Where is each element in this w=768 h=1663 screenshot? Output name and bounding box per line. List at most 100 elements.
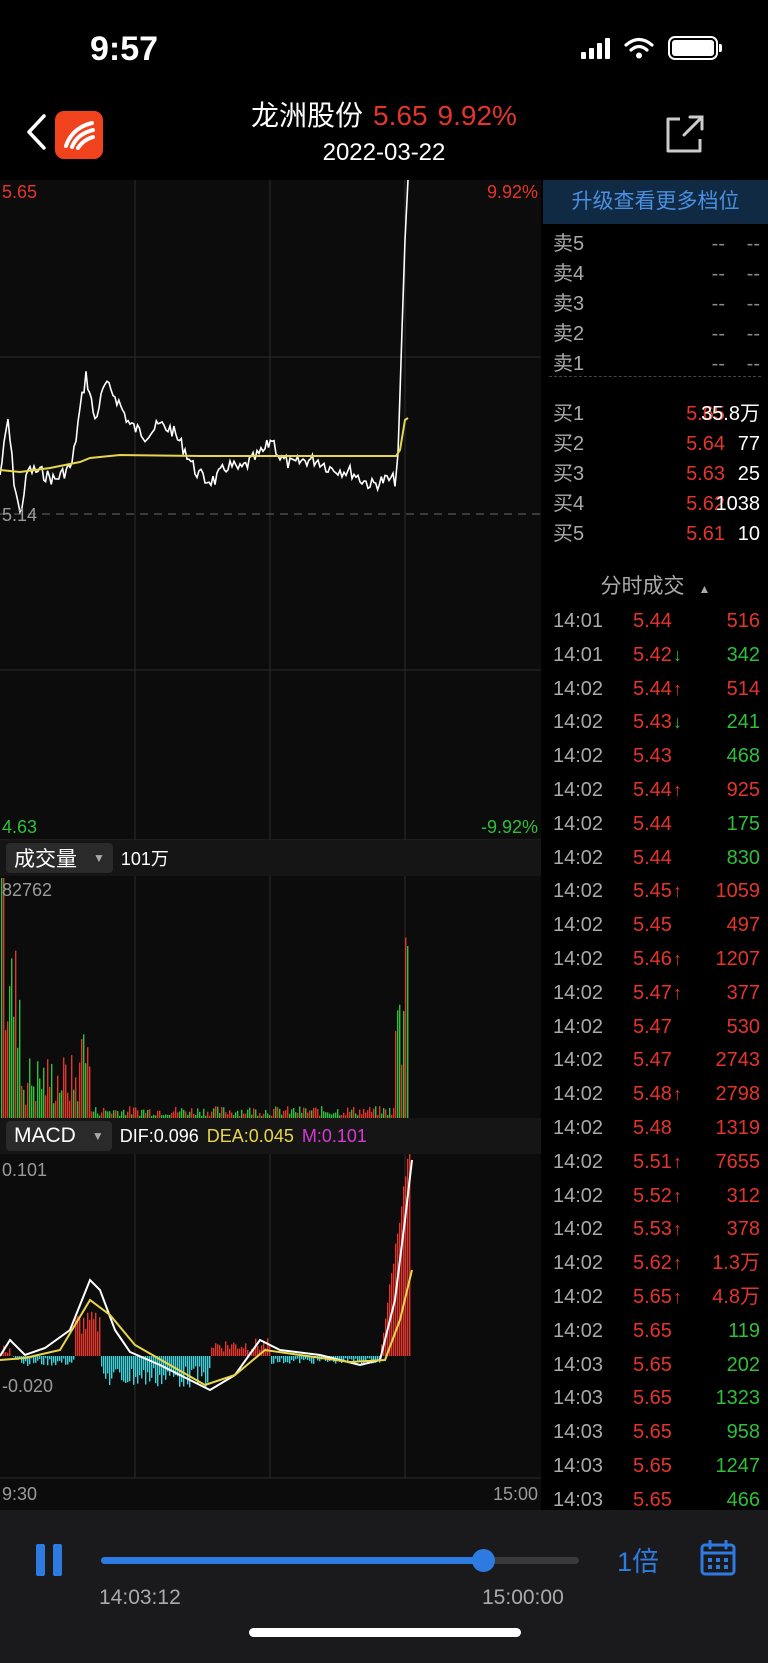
order-volume: --: [746, 293, 760, 315]
order-level-label: 买4: [553, 493, 585, 515]
intraday-chart[interactable]: 5.65 9.92% 5.14 4.63 -9.92% 成交量 ▼ 101万 8…: [0, 180, 541, 1510]
volume-bar: [283, 1110, 285, 1118]
order-level-label: 买3: [553, 463, 585, 485]
volume-indicator-select[interactable]: 成交量 ▼: [6, 843, 113, 873]
tick-time: 14:02: [553, 948, 604, 970]
macd-histogram-bar: [151, 1356, 153, 1378]
tick-price: 5.65: [633, 1415, 673, 1449]
speed-button[interactable]: 1倍: [617, 1540, 659, 1579]
volume-bar: [337, 1109, 339, 1118]
tick-price: 5.65: [633, 1381, 673, 1415]
tick-time: 14:02: [553, 846, 604, 869]
tick-row: 14:01 5.42↓ 342: [543, 638, 768, 672]
time-start-label: 9:30: [2, 1484, 38, 1504]
macd-histogram-bar: [217, 1344, 219, 1356]
macd-histogram-bar: [53, 1356, 55, 1363]
volume-bar: [129, 1106, 131, 1118]
tick-row: 14:02 5.65 119: [543, 1314, 768, 1348]
macd-histogram-bar: [129, 1356, 131, 1382]
stock-change-pct: 9.92%: [437, 100, 517, 131]
macd-histogram-bar: [303, 1356, 305, 1361]
macd-histogram-bar: [107, 1356, 109, 1374]
tick-price: 5.65: [633, 1314, 673, 1348]
tick-time: 14:02: [553, 1049, 604, 1072]
macd-histogram-bar: [221, 1348, 223, 1356]
status-time: 9:57: [90, 30, 159, 68]
playback-current-time: 14:03:12: [99, 1586, 181, 1609]
ticks-header[interactable]: 分时成交 ▲: [543, 570, 768, 606]
volume-bar: [27, 1082, 29, 1118]
volume-bar: [249, 1107, 251, 1118]
macd-histogram-bar: [271, 1356, 273, 1364]
macd-histogram-bar: [181, 1356, 183, 1383]
tick-price-value: 5.44: [633, 812, 672, 835]
playback-progress: [101, 1557, 484, 1564]
sort-up-icon: ▲: [698, 582, 711, 596]
order-price: 5.62: [686, 493, 725, 515]
macd-histogram-bar: [263, 1341, 265, 1357]
tick-price: 5.51↑: [633, 1145, 682, 1179]
macd-histogram-bar: [299, 1356, 301, 1364]
macd-histogram-bar: [97, 1331, 99, 1356]
macd-histogram-bar: [183, 1356, 185, 1387]
macd-histogram-bar: [289, 1356, 291, 1364]
calendar-icon[interactable]: [700, 1540, 736, 1576]
tick-row: 14:02 5.46↑ 1207: [543, 942, 768, 976]
tick-price-value: 5.44: [633, 610, 672, 632]
tick-row: 14:02 5.53↑ 378: [543, 1212, 768, 1246]
macd-histogram-bar: [87, 1312, 89, 1357]
upgrade-button[interactable]: 升级查看更多档位: [543, 180, 768, 224]
macd-histogram-bar: [135, 1356, 137, 1378]
macd-dif: DIF:0.096: [119, 1125, 199, 1146]
volume-bar: [277, 1107, 279, 1118]
macd-histogram-bar: [267, 1338, 269, 1356]
price-line: [0, 180, 409, 515]
share-button[interactable]: [662, 111, 708, 157]
tick-row: 14:03 5.65 958: [543, 1415, 768, 1449]
order-volume: 77: [737, 433, 760, 455]
macd-histogram-bar: [345, 1356, 347, 1359]
volume-bar: [49, 1087, 51, 1118]
order-book-buy-row: 买1 5.65 35.8万: [543, 399, 768, 430]
tick-price-value: 5.44: [633, 677, 672, 700]
tick-row: 14:02 5.48↑ 2798: [543, 1077, 768, 1111]
tick-row: 14:02 5.44↑ 514: [543, 672, 768, 706]
volume-bar: [389, 1108, 391, 1118]
playback-slider[interactable]: [101, 1549, 579, 1572]
volume-bar: [105, 1110, 107, 1118]
macd-indicator-select[interactable]: MACD ▼: [6, 1121, 112, 1151]
macd-histogram-bar: [127, 1356, 129, 1383]
playback-handle[interactable]: [472, 1549, 496, 1572]
volume-bar: [141, 1109, 143, 1118]
macd-histogram-bar: [47, 1356, 49, 1366]
tick-row: 14:02 5.44 830: [543, 841, 768, 875]
volume-bar: [9, 986, 11, 1118]
pause-button[interactable]: [36, 1544, 64, 1576]
playback-end-time: 15:00:00: [482, 1586, 564, 1609]
wifi-icon: [624, 37, 654, 59]
tick-volume: 516: [726, 610, 760, 632]
macd-histogram-bar: [197, 1356, 199, 1384]
stock-name: 龙洲股份: [251, 100, 364, 131]
volume-bar: [403, 1011, 405, 1118]
volume-bar: [33, 1086, 35, 1118]
macd-histogram-bar: [73, 1356, 75, 1360]
tick-price-value: 5.53: [633, 1218, 672, 1241]
tick-time: 14:02: [553, 1286, 604, 1308]
volume-bar: [149, 1109, 151, 1118]
macd-histogram-bar: [35, 1356, 37, 1363]
macd-min-label: -0.020: [2, 1376, 54, 1396]
volume-bar: [213, 1108, 215, 1118]
macd-histogram-bar: [133, 1356, 135, 1385]
tick-price-value: 5.44: [633, 779, 672, 801]
macd-histogram-bar: [101, 1356, 103, 1367]
macd-histogram-bar: [113, 1356, 115, 1373]
volume-bar: [37, 1061, 39, 1118]
order-level-label: 卖3: [553, 293, 585, 315]
macd-histogram-bar: [219, 1345, 221, 1356]
tick-price: 5.43↓: [633, 705, 682, 739]
tick-price-value: 5.65: [633, 1286, 672, 1308]
volume-bar: [65, 1064, 67, 1118]
volume-bar: [179, 1111, 181, 1118]
status-icons: [581, 36, 722, 60]
